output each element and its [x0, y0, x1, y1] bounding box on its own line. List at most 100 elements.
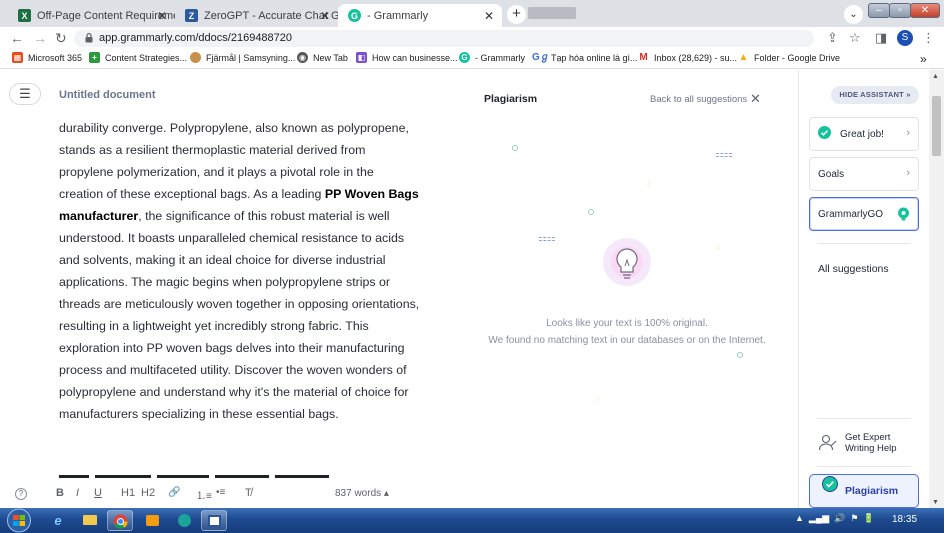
media-player-icon[interactable]: [139, 510, 165, 531]
partially-hidden-heading: [59, 470, 329, 478]
grammarly-icon: G: [459, 52, 470, 63]
tab-off-page-content[interactable]: X Off-Page Content Requirement S ✕: [8, 4, 175, 27]
scroll-up-icon[interactable]: ▲: [932, 73, 939, 80]
ie-icon[interactable]: e: [45, 510, 71, 531]
excel-icon: X: [18, 9, 31, 22]
edge-icon[interactable]: [171, 510, 197, 531]
great-job-label: Great job!: [840, 129, 884, 140]
word-icon[interactable]: [201, 510, 227, 531]
bookmark-tap-hoa[interactable]: Gℊ Tạp hóa online là gì...: [532, 52, 638, 63]
check-circle-icon: [818, 126, 831, 139]
gmail-icon: M: [639, 52, 648, 63]
goals-label: Goals: [818, 169, 845, 180]
bookmark-label: Tạp hóa online là gì...: [551, 52, 638, 63]
reload-icon[interactable]: ↻: [55, 29, 67, 47]
windows-start-icon[interactable]: [4, 508, 34, 533]
share-icon[interactable]: ⇪: [827, 30, 838, 46]
bookmark-new-tab[interactable]: ◉ New Tab: [297, 52, 348, 63]
bookmark-label: Inbox (28,629) - su...: [654, 52, 738, 63]
underline-button[interactable]: U: [94, 487, 102, 499]
decorative-sparkle: ⁘: [595, 395, 602, 404]
bold-button[interactable]: B: [56, 487, 64, 499]
bookmark-label: - Grammarly: [475, 52, 525, 63]
bookmark-label: New Tab: [313, 52, 348, 63]
explorer-icon[interactable]: [77, 510, 103, 531]
taskbar-clock[interactable]: 18:35: [892, 514, 917, 525]
tab-close-icon[interactable]: ✕: [484, 9, 494, 23]
close-panel-icon[interactable]: ✕: [750, 91, 761, 107]
grammarlygo-card[interactable]: GrammarlyGO: [809, 197, 919, 231]
word-count[interactable]: 837 words ▴: [335, 488, 389, 499]
bookmark-google-drive[interactable]: ▲ Folder - Google Drive: [738, 52, 841, 63]
bookmark-label: Fjärmål | Samsyning...: [206, 52, 296, 63]
decorative-dot: [512, 145, 518, 151]
bookmark-how-can-business[interactable]: ◧ How can businesse...: [356, 52, 458, 63]
tab-label: Off-Page Content Requirement S: [37, 9, 175, 22]
heading1-button[interactable]: H1: [121, 487, 135, 499]
help-icon[interactable]: ?: [15, 488, 27, 500]
decorative-sparkle: ⁘: [714, 243, 721, 252]
profile-avatar[interactable]: S: [897, 30, 913, 46]
chrome-icon[interactable]: [107, 510, 133, 531]
scrollbar-thumb[interactable]: [932, 96, 941, 156]
italic-button[interactable]: I: [76, 487, 79, 499]
bookmark-star-icon[interactable]: ☆: [849, 30, 861, 46]
bookmark-content-strategies[interactable]: + Content Strategies...: [89, 52, 187, 63]
paragraph-text: , the significance of this robust materi…: [59, 209, 420, 421]
bookmark-fjarmal[interactable]: Fjärmål | Samsyning...: [190, 52, 295, 63]
bookmark-grammarly[interactable]: G - Grammarly: [459, 52, 525, 63]
divider: [817, 243, 911, 244]
forward-arrow-icon[interactable]: →: [33, 29, 47, 47]
expert-line2: Writing Help: [845, 443, 897, 454]
clear-format-icon[interactable]: T̸: [245, 487, 252, 499]
tab-close-icon[interactable]: ✕: [320, 9, 330, 23]
system-tray[interactable]: ▲ ▂▄▆ 🔊 ⚑ 🔋: [795, 513, 875, 524]
ordered-list-icon[interactable]: ⒈≡: [196, 487, 212, 502]
close-window-button[interactable]: ✕: [910, 3, 940, 18]
chevron-right-icon: ›: [906, 127, 910, 139]
plagiarism-button-label: Plagiarism: [845, 485, 899, 497]
hide-assistant-label: HIDE ASSISTANT: [839, 90, 904, 99]
expert-person-icon: [818, 434, 837, 451]
heading2-button[interactable]: H2: [141, 487, 155, 499]
decorative-dot: [588, 209, 594, 215]
globe-icon: ◉: [297, 52, 308, 63]
bookmark-gmail-inbox[interactable]: M Inbox (28,629) - su...: [638, 52, 737, 63]
screen: { "browser": { "tabs": [ {"label": "Off-…: [0, 0, 944, 533]
grammarlygo-label: GrammarlyGO: [818, 209, 883, 220]
url-field[interactable]: app.grammarly.com/ddocs/2169488720: [74, 30, 814, 47]
scroll-down-icon[interactable]: ▼: [932, 499, 939, 506]
new-tab-button[interactable]: +: [507, 5, 526, 24]
tab-grammarly[interactable]: G - Grammarly ✕: [338, 4, 502, 27]
decorative-sparkle: ⁘: [645, 180, 652, 189]
bookmark-microsoft-365[interactable]: ▦ Microsoft 365: [12, 52, 82, 63]
chevron-right-icon: ›: [906, 167, 910, 179]
great-job-card[interactable]: Great job! ›: [809, 117, 919, 151]
hamburger-menu-icon[interactable]: ☰: [9, 83, 41, 105]
more-menu-icon[interactable]: ⋮: [922, 30, 935, 46]
link-icon[interactable]: 🔗: [168, 487, 180, 498]
hide-assistant-button[interactable]: HIDE ASSISTANT »: [831, 86, 919, 104]
document-body[interactable]: durability converge. Polypropylene, also…: [59, 117, 421, 425]
bullet-list-icon[interactable]: •≡: [216, 487, 225, 498]
blurred-region: [528, 7, 576, 19]
back-arrow-icon[interactable]: ←: [10, 29, 24, 47]
tab-close-icon[interactable]: ✕: [157, 9, 167, 23]
more-bookmarks-icon[interactable]: »: [920, 52, 927, 66]
plagiarism-button[interactable]: Plagiarism: [809, 474, 919, 508]
back-to-suggestions-link[interactable]: Back to all suggestions: [650, 94, 747, 105]
maximize-button[interactable]: ▫: [889, 3, 911, 18]
document-title[interactable]: Untitled document: [59, 89, 156, 101]
goals-card[interactable]: Goals ›: [809, 157, 919, 191]
tab-search-icon[interactable]: ⌄: [844, 5, 863, 24]
all-suggestions-link[interactable]: All suggestions: [818, 263, 889, 275]
fjarmal-icon: [190, 52, 201, 63]
original-text-message: Looks like your text is 100% original.: [546, 318, 708, 329]
side-panel-icon[interactable]: ◨: [875, 30, 887, 46]
plagiarism-panel-title: Plagiarism: [484, 93, 538, 105]
tab-zerogpt[interactable]: Z ZeroGPT - Accurate Chat GPT, GP ✕: [175, 4, 338, 27]
get-expert-help-link[interactable]: Get Expert Writing Help: [845, 432, 897, 454]
minimize-button[interactable]: –: [868, 3, 890, 18]
gg-icon: Gℊ: [532, 52, 550, 63]
divider: [817, 466, 911, 467]
